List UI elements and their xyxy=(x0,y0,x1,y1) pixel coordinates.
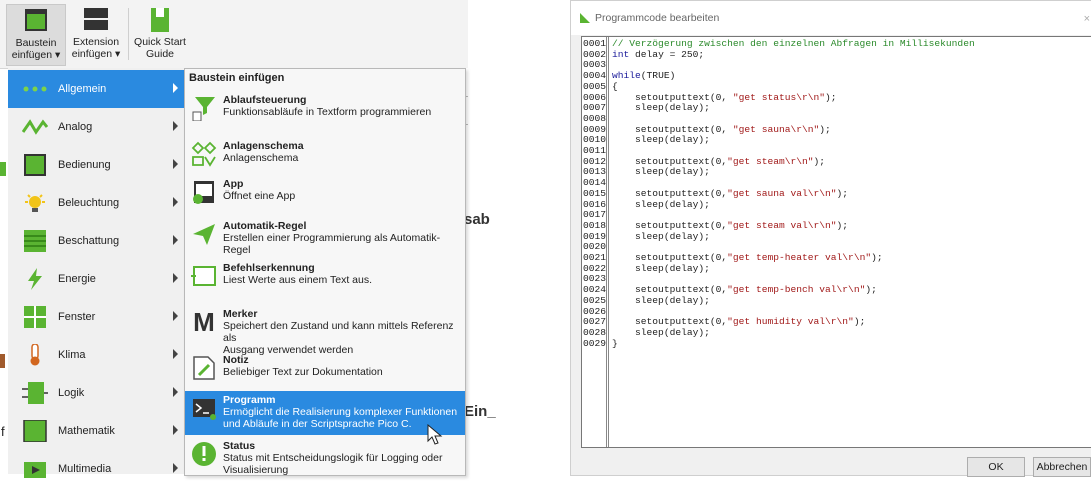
submenu-arrow-icon xyxy=(173,197,178,207)
code-line: sleep(delay); xyxy=(612,262,710,274)
ribbon-separator xyxy=(128,8,129,60)
app-icon xyxy=(191,179,217,205)
schematic-icon xyxy=(191,141,217,167)
extension-icon xyxy=(83,8,109,32)
submenu-arrow-icon xyxy=(173,311,178,321)
category-bedienung[interactable]: Bedienung xyxy=(8,146,186,184)
submenu-arrow-icon xyxy=(173,349,178,359)
line-number: 0028 xyxy=(583,326,607,338)
logic-gate-icon xyxy=(22,382,48,404)
category-fenster[interactable]: Fenster xyxy=(8,298,186,336)
submenu-arrow-icon xyxy=(173,235,178,245)
code-line: sleep(delay); xyxy=(612,166,710,178)
submenu-arrow-icon xyxy=(173,463,178,473)
submenu-header: Baustein einfügen xyxy=(189,72,285,84)
dialog-titlebar: Programmcode bearbeiten × xyxy=(571,1,1091,35)
category-menu: Allgemein Analog Bedienung Beleuchtung B… xyxy=(8,68,187,478)
code-line: sleep(delay); xyxy=(612,134,710,146)
code-line: setoutputtext(0,"get steam val\r\n"); xyxy=(612,219,849,231)
submenu-arrow-icon xyxy=(173,159,178,169)
window-icon xyxy=(22,306,48,328)
guide-book-icon xyxy=(147,8,173,32)
programmcode-dialog: Programmcode bearbeiten × 0001// Verzöge… xyxy=(570,0,1091,477)
funnel-icon xyxy=(191,95,217,122)
code-line: sleep(delay); xyxy=(612,230,710,242)
baustein-submenu: Baustein einfügen Ablaufsteuerung Funktio… xyxy=(184,68,466,476)
cancel-button[interactable]: Abbrechen xyxy=(1033,457,1091,477)
control-panel-icon xyxy=(22,154,48,176)
submenu-item-ablaufsteuerung[interactable]: Ablaufsteuerung Funktionsabläufe in Textf… xyxy=(185,91,465,131)
submenu-item-befehlserkennung[interactable]: Befehlserkennung Liest Werte aus einem Te… xyxy=(185,259,465,295)
code-line: sleep(delay); xyxy=(612,102,710,114)
lightning-icon xyxy=(22,268,48,290)
dots-icon xyxy=(22,78,48,100)
code-line: sleep(delay); xyxy=(612,326,710,338)
blinds-icon xyxy=(22,230,48,252)
thermometer-icon xyxy=(22,343,48,366)
code-line: sleep(delay); xyxy=(612,294,710,306)
canvas-label-fragment: f xyxy=(1,424,5,439)
submenu-arrow-icon xyxy=(173,425,178,435)
code-line: while(TRUE) xyxy=(612,70,676,82)
baustein-einfuegen-button[interactable]: Baustein einfügen ▾ xyxy=(6,4,66,66)
line-number: 0005 xyxy=(583,80,607,92)
category-logik[interactable]: Logik xyxy=(8,374,186,412)
quick-start-guide-button[interactable]: Quick Start Guide xyxy=(134,4,186,64)
submenu-item-app[interactable]: App Öffnet eine App xyxy=(185,175,465,211)
dialog-title: Programmcode bearbeiten xyxy=(595,12,720,24)
category-beschattung[interactable]: Beschattung xyxy=(8,222,186,260)
code-line: sleep(delay); xyxy=(612,198,710,210)
paper-plane-icon xyxy=(191,221,217,247)
canvas-block-edge xyxy=(0,162,6,176)
canvas-label-fragment: sab xyxy=(464,211,490,228)
block-icon xyxy=(23,9,49,33)
mouse-cursor-icon xyxy=(427,423,443,449)
submenu-arrow-icon xyxy=(173,273,178,283)
code-editor[interactable]: 0001// Verzögerung zwischen den einzelne… xyxy=(581,36,1091,448)
category-allgemein[interactable]: Allgemein xyxy=(8,70,186,108)
submenu-item-merker[interactable]: M Merker Speichert den Zustand und kann m… xyxy=(185,305,465,356)
code-line: setoutputtext(0,"get sauna val\r\n"); xyxy=(612,187,849,199)
merker-m-icon: M xyxy=(193,307,215,337)
submenu-item-programm[interactable]: Programm Ermöglicht die Realisierung komp… xyxy=(185,391,465,435)
category-energie[interactable]: Energie xyxy=(8,260,186,298)
line-number: 0025 xyxy=(583,294,607,306)
line-number: 0029 xyxy=(583,337,607,349)
status-alert-icon xyxy=(191,441,217,467)
app-logo-icon xyxy=(580,13,590,23)
note-icon xyxy=(191,355,217,381)
category-beleuchtung[interactable]: Beleuchtung xyxy=(8,184,186,222)
category-analog[interactable]: Analog xyxy=(8,108,186,146)
wave-icon xyxy=(21,116,49,138)
code-line: } xyxy=(612,337,618,349)
submenu-item-anlagenschema[interactable]: Anlagenschema Anlagenschema xyxy=(185,137,465,173)
terminal-icon xyxy=(191,395,217,421)
submenu-arrow-icon xyxy=(173,387,178,397)
canvas-label-fragment: Ein_ xyxy=(464,403,496,420)
submenu-item-status[interactable]: Status Status mit Entscheidungslogik für … xyxy=(185,437,465,476)
line-number: 0015 xyxy=(583,187,607,199)
submenu-arrow-icon xyxy=(173,121,178,131)
code-line: int delay = 250; xyxy=(612,48,705,60)
submenu-arrow-icon xyxy=(173,83,178,93)
light-bulb-icon xyxy=(22,192,48,214)
submenu-item-notiz[interactable]: Notiz Beliebiger Text zur Dokumentation xyxy=(185,351,465,387)
category-multimedia[interactable]: Multimedia xyxy=(8,450,186,488)
close-icon[interactable]: × xyxy=(1084,13,1090,25)
line-number: 0018 xyxy=(583,219,607,231)
category-mathematik[interactable]: Mathematik xyxy=(8,412,186,450)
gutter-divider xyxy=(608,37,609,447)
category-klima[interactable]: Klima xyxy=(8,336,186,374)
extension-einfuegen-button[interactable]: Extension einfügen ▾ xyxy=(68,4,124,64)
code-line: { xyxy=(612,80,618,92)
ok-button[interactable]: OK xyxy=(967,457,1025,477)
ribbon-toolbar: Baustein einfügen ▾ Extension einfügen ▾… xyxy=(0,0,468,69)
text-recognition-icon xyxy=(191,263,217,289)
media-player-icon xyxy=(22,458,48,480)
math-icon xyxy=(22,419,48,443)
line-number: 0008 xyxy=(583,112,607,124)
submenu-item-automatik-regel[interactable]: Automatik-Regel Erstellen einer Programmi… xyxy=(185,217,465,256)
canvas-block-edge xyxy=(0,354,5,368)
